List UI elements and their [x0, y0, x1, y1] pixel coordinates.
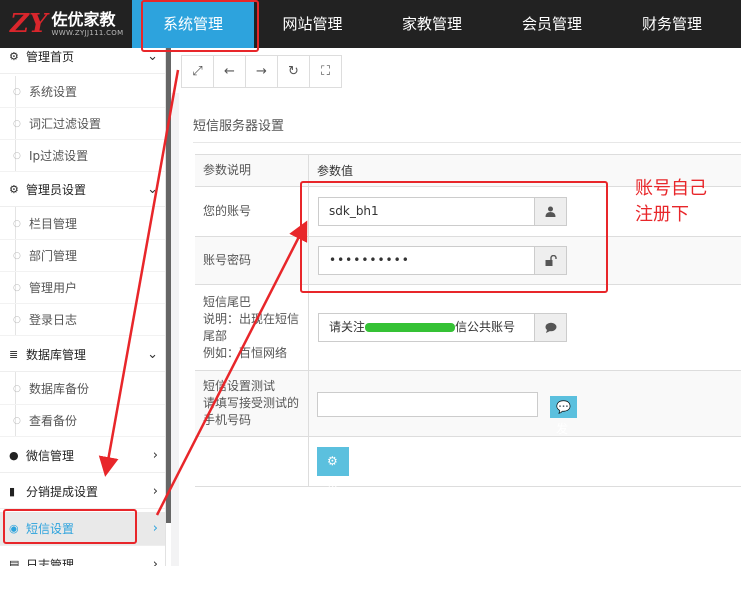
account-label: 您的账号 [195, 187, 309, 236]
sms-tail-input[interactable]: 请关注 信公共账号 [318, 313, 535, 342]
account-input[interactable]: sdk_bh1 [318, 197, 535, 226]
sidebar-item-db-backup[interactable]: ○ 数据库备份 [0, 373, 165, 405]
chevron-right-icon: › [152, 484, 158, 499]
sidebar-item-user-management[interactable]: ○ 管理用户 [0, 272, 165, 304]
gears-icon: ⚙ [9, 50, 19, 63]
tab-member-management[interactable]: 会员管理 [493, 0, 611, 48]
sms-tail-label: 短信尾巴 说明：出现在短信 尾部 例如：百恒网络 [195, 285, 309, 370]
gear-icon: ⚙ [327, 454, 338, 468]
sidebar-group-database[interactable]: ≣ 数据库管理 ⌄ [0, 338, 165, 372]
arrow-left-icon[interactable]: ← [213, 55, 246, 88]
bar-chart-icon: ▮ [9, 485, 16, 498]
send-test-sms-button[interactable]: 💬 发送测试短信 [550, 396, 577, 546]
chevron-down-icon: ⌄ [147, 182, 158, 197]
comment-icon: ◉ [9, 522, 19, 535]
sidebar-item-word-filter[interactable]: ○ 词汇过滤设置 [0, 108, 165, 140]
database-icon: ≣ [9, 348, 19, 361]
tab-system-management[interactable]: 系统管理 [132, 0, 254, 48]
sidebar-item-department-management[interactable]: ○ 部门管理 [0, 240, 165, 272]
sms-settings-panel: 短信服务器设置 参数说明 参数值 您的账号 sdk_bh1 账号密码 •••••… [179, 93, 741, 584]
sidebar-item-ip-filter[interactable]: ○ Ip过滤设置 [0, 140, 165, 172]
top-navbar: ZY 佐优家教 WWW.ZYJJ111.COM 系统管理 网站管理 家教管理 会… [0, 0, 741, 48]
sidebar-group-admin[interactable]: ⚙ 管理员设置 ⌄ [0, 173, 165, 207]
unlock-icon [534, 246, 567, 275]
wechat-icon: ● [9, 449, 19, 462]
user-icon [534, 197, 567, 226]
table-row-sms-test: 短信设置测试 请填写接受测试的 手机号码 💬 发送测试短信 [195, 371, 741, 546]
logo-url: WWW.ZYJJ111.COM [51, 28, 124, 37]
header-param-desc: 参数说明 [195, 155, 309, 186]
sidebar-item-system-settings[interactable]: ○ 系统设置 [0, 76, 165, 108]
logo-mark: ZY [10, 9, 48, 39]
save-button[interactable]: ⚙ 确定保存 [317, 447, 350, 584]
table-row-sms-tail: 短信尾巴 说明：出现在短信 尾部 例如：百恒网络 请关注 信公共账号 [195, 285, 741, 371]
tab-finance-management[interactable]: 财务管理 [611, 0, 733, 48]
refresh-icon[interactable]: ↻ [277, 55, 310, 88]
header-param-value: 参数值 [317, 164, 354, 178]
sidebar-item-view-backup[interactable]: ○ 查看备份 [0, 405, 165, 437]
chevron-down-icon: ⌄ [147, 49, 158, 64]
tab-website-management[interactable]: 网站管理 [254, 0, 371, 48]
sidebar-group-log[interactable]: ▤ 日志管理 › [0, 548, 165, 566]
settings-table: 参数说明 参数值 您的账号 sdk_bh1 账号密码 •••••••••• 短信… [195, 154, 741, 584]
tab-tutoring-management[interactable]: 家教管理 [371, 0, 493, 48]
test-phone-input[interactable] [317, 392, 538, 417]
redaction-mark [365, 323, 456, 332]
arrow-right-icon[interactable]: → [245, 55, 278, 88]
sidebar-item-login-log[interactable]: ○ 登录日志 [0, 304, 165, 336]
logo[interactable]: ZY 佐优家教 WWW.ZYJJ111.COM [0, 0, 132, 48]
annotation-note: 账号自己 注册下 [635, 178, 707, 225]
table-row-save: ⚙ 确定保存 [195, 437, 741, 584]
password-input[interactable]: •••••••••• [318, 246, 535, 275]
comment-icon: 💬 [556, 400, 571, 414]
chevron-down-icon: ⌄ [147, 347, 158, 362]
password-label: 账号密码 [195, 237, 309, 284]
sidebar-group-label: 管理首页 [26, 50, 75, 64]
chevron-right-icon: › [152, 557, 158, 566]
sidebar-group-wechat[interactable]: ● 微信管理 › [0, 439, 165, 473]
sidebar-group-sms[interactable]: ◉ 短信设置 › [0, 512, 165, 546]
logo-name: 佐优家教 [51, 9, 116, 29]
page-title: 短信服务器设置 [193, 119, 285, 134]
sidebar-group-distribution[interactable]: ▮ 分销提成设置 › [0, 475, 165, 509]
toolbar: ⤢ ← → ↻ ⛶ [181, 55, 342, 88]
chevron-right-icon: › [152, 448, 158, 463]
chevron-right-icon: › [152, 521, 158, 536]
table-row-password: 账号密码 •••••••••• [195, 237, 741, 285]
sms-test-label: 短信设置测试 请填写接受测试的 手机号码 [195, 371, 309, 436]
sidebar-group-home[interactable]: ⚙ 管理首页 ⌄ [0, 48, 165, 74]
file-icon: ▤ [9, 558, 20, 566]
fullscreen-icon[interactable]: ⛶ [309, 55, 342, 88]
expand-icon[interactable]: ⤢ [181, 55, 214, 88]
sidebar: ⚙ 管理首页 ⌄ ○ 系统设置 ○ 词汇过滤设置 ○ Ip过滤设置 ⚙ 管理员设置 ⌄… [0, 48, 166, 566]
gear-icon: ⚙ [9, 183, 19, 196]
content-area: 短信服务器设置 参数说明 参数值 您的账号 sdk_bh1 账号密码 •••••… [171, 93, 741, 584]
sidebar-item-column-management[interactable]: ○ 栏目管理 [0, 208, 165, 240]
comment-icon [534, 313, 567, 342]
